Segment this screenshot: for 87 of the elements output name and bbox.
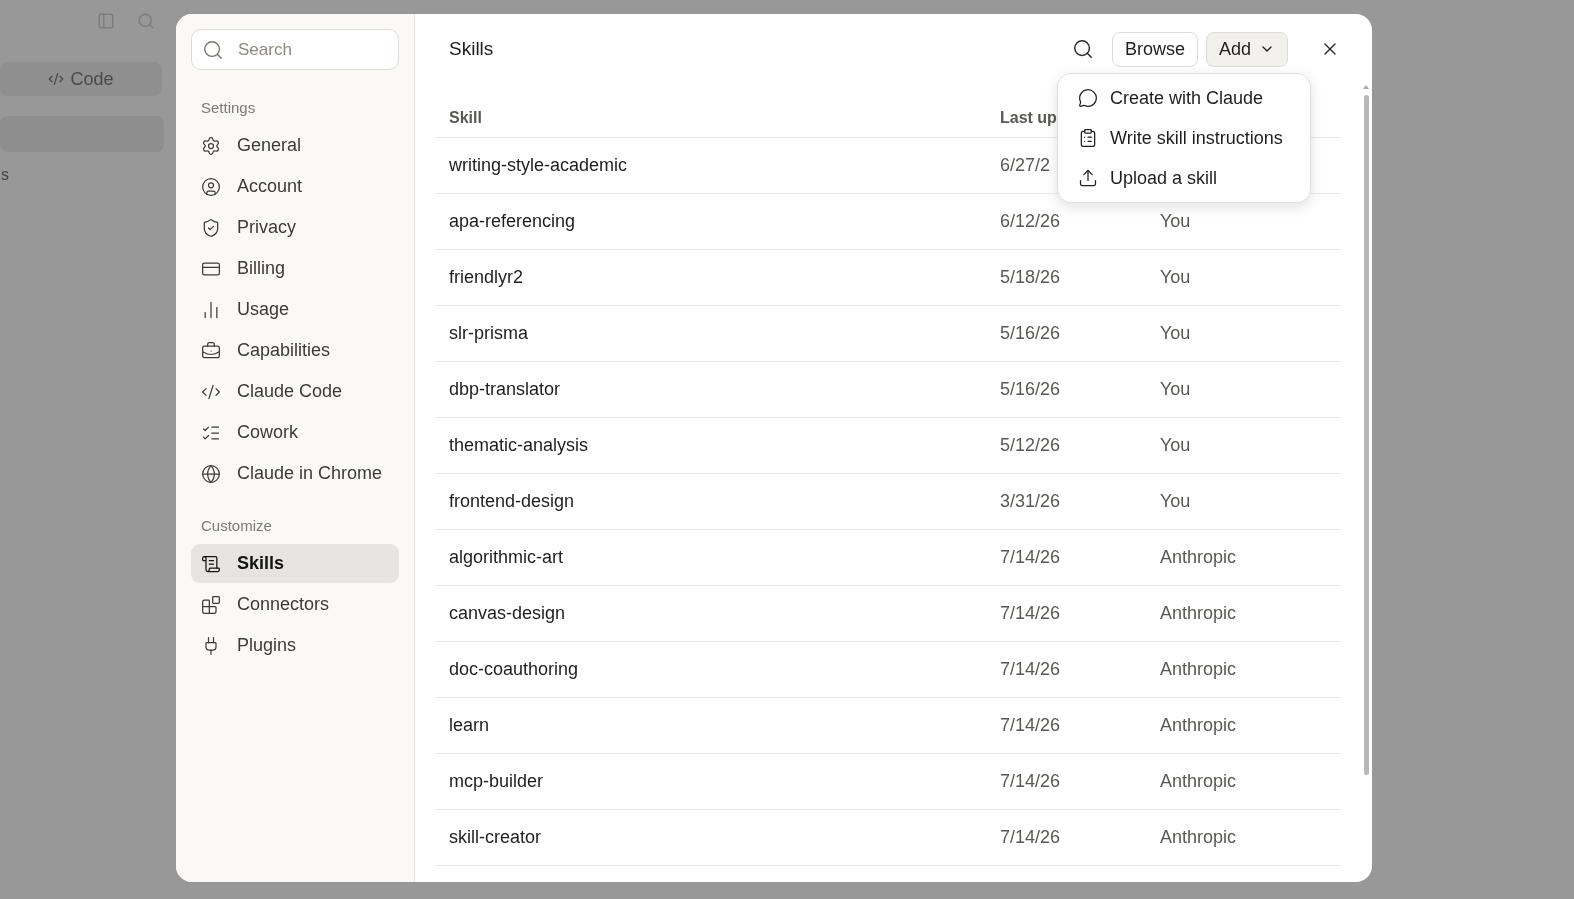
page-title: Skills: [449, 38, 495, 60]
sidebar-item[interactable]: Privacy: [191, 208, 399, 247]
user-circle-icon: [201, 176, 221, 197]
sidebar-item[interactable]: Connectors: [191, 585, 399, 624]
table-cell-text: apa-referencing: [449, 211, 577, 232]
search-field[interactable]: Search: [191, 29, 399, 70]
sidebar-item[interactable]: Account: [191, 167, 399, 206]
briefcase-icon: [201, 340, 221, 361]
table-cell-text: Anthropic: [1160, 771, 1238, 792]
table-cell-text: skill-creator: [449, 827, 542, 848]
table-cell-text: 7/14/26: [1000, 547, 1062, 568]
sidebar-item[interactable]: Plugins: [191, 626, 399, 665]
table-cell-text: 7/14/26: [1000, 771, 1062, 792]
table-cell-text: thematic-analysis: [449, 435, 590, 456]
table-cell-text: 7/14/26: [1000, 715, 1062, 736]
browse-button[interactable]: Browse: [1111, 31, 1198, 67]
table-cell-text: 6/27/2: [1000, 155, 1052, 176]
table-row[interactable]: frontend-design 3/31/26 You: [435, 474, 1342, 530]
table-cell-text: 3/31/26: [1000, 491, 1062, 512]
column-header: Last up: [1000, 109, 1057, 127]
table-cell-text: You: [1160, 267, 1192, 288]
table-cell-text: 7/14/26: [1000, 603, 1062, 624]
table-cell-text: algorithmic-art: [449, 547, 565, 568]
table-row[interactable]: mcp-builder 7/14/26 Anthropic: [435, 754, 1342, 810]
table-cell-text: Anthropic: [1160, 547, 1238, 568]
background-text: s: [1, 166, 9, 184]
add-button[interactable]: Add: [1205, 31, 1288, 67]
search-icon: [202, 38, 224, 61]
table-row[interactable]: friendlyr2 5/18/26 You: [435, 250, 1342, 306]
table-cell-text: canvas-design: [449, 603, 567, 624]
menu-item[interactable]: Create with Claude: [1058, 78, 1310, 118]
table-row[interactable]: learn 7/14/26 Anthropic: [435, 698, 1342, 754]
sidebar-item[interactable]: Usage: [191, 290, 399, 329]
sidebar-item[interactable]: Billing: [191, 249, 399, 288]
blocks-icon: [201, 594, 221, 615]
gear-icon: [201, 135, 221, 156]
scroll-icon: [201, 553, 221, 574]
table-row[interactable]: dbp-translator 5/16/26 You: [435, 362, 1342, 418]
table-row[interactable]: thematic-analysis 5/12/26 You: [435, 418, 1342, 474]
sidebar-item[interactable]: Claude in Chrome: [191, 454, 399, 493]
table-cell-text: frontend-design: [449, 491, 576, 512]
column-header: Skill: [449, 109, 482, 127]
table-cell-text: Anthropic: [1160, 603, 1238, 624]
table-cell-text: 7/14/26: [1000, 659, 1062, 680]
table-cell-text: Anthropic: [1160, 659, 1238, 680]
globe-icon: [201, 463, 221, 484]
table-cell-text: 7/14/26: [1000, 827, 1062, 848]
table-cell-text: mcp-builder: [449, 771, 545, 792]
sidebar-item[interactable]: Cowork: [191, 413, 399, 452]
table-cell-text: doc-coauthoring: [449, 659, 580, 680]
sidebar-item[interactable]: General: [191, 126, 399, 165]
table-cell-text: writing-style-academic: [449, 155, 629, 176]
table-cell-text: 5/18/26: [1000, 267, 1062, 288]
table-cell-text: You: [1160, 379, 1192, 400]
sidebar-item[interactable]: Claude Code: [191, 372, 399, 411]
section-title: Customize: [201, 517, 273, 534]
sidebar-item[interactable]: Skills: [191, 544, 399, 583]
table-cell-text: You: [1160, 491, 1192, 512]
table-cell-text: 5/16/26: [1000, 323, 1062, 344]
shield-icon: [201, 217, 221, 238]
table-cell-text: 6/12/26: [1000, 211, 1062, 232]
table-cell-text: friendlyr2: [449, 267, 525, 288]
panel-icon: [97, 12, 115, 30]
table-cell-text: You: [1160, 323, 1192, 344]
table-cell-text: You: [1160, 211, 1192, 232]
code-icon: [48, 71, 65, 87]
table-row[interactable]: algorithmic-art 7/14/26 Anthropic: [435, 530, 1342, 586]
table-cell-text: dbp-translator: [449, 379, 562, 400]
table-cell-text: You: [1160, 435, 1192, 456]
table-cell-text: Anthropic: [1160, 715, 1238, 736]
table-cell-text: slr-prisma: [449, 323, 529, 344]
chat-bubble-icon: [1078, 88, 1098, 108]
table-cell-text: 5/12/26: [1000, 435, 1062, 456]
table-cell-text: learn: [449, 715, 491, 736]
table-row[interactable]: slr-prisma 5/16/26 You: [435, 306, 1342, 362]
sidebar-item[interactable]: Capabilities: [191, 331, 399, 370]
clipboard-icon: [1078, 128, 1098, 148]
search-icon: [1071, 38, 1094, 60]
search-input[interactable]: Search: [236, 38, 380, 61]
table-row[interactable]: canvas-design 7/14/26 Anthropic: [435, 586, 1342, 642]
table-row[interactable]: skill-creator 7/14/26 Anthropic: [435, 810, 1342, 866]
table-cell-text: Anthropic: [1160, 827, 1238, 848]
table-row[interactable]: doc-coauthoring 7/14/26 Anthropic: [435, 642, 1342, 698]
upload-icon: [1078, 168, 1098, 188]
table-cell-text: 5/16/26: [1000, 379, 1062, 400]
section-title: Settings: [201, 99, 257, 116]
search-icon: [137, 12, 155, 30]
